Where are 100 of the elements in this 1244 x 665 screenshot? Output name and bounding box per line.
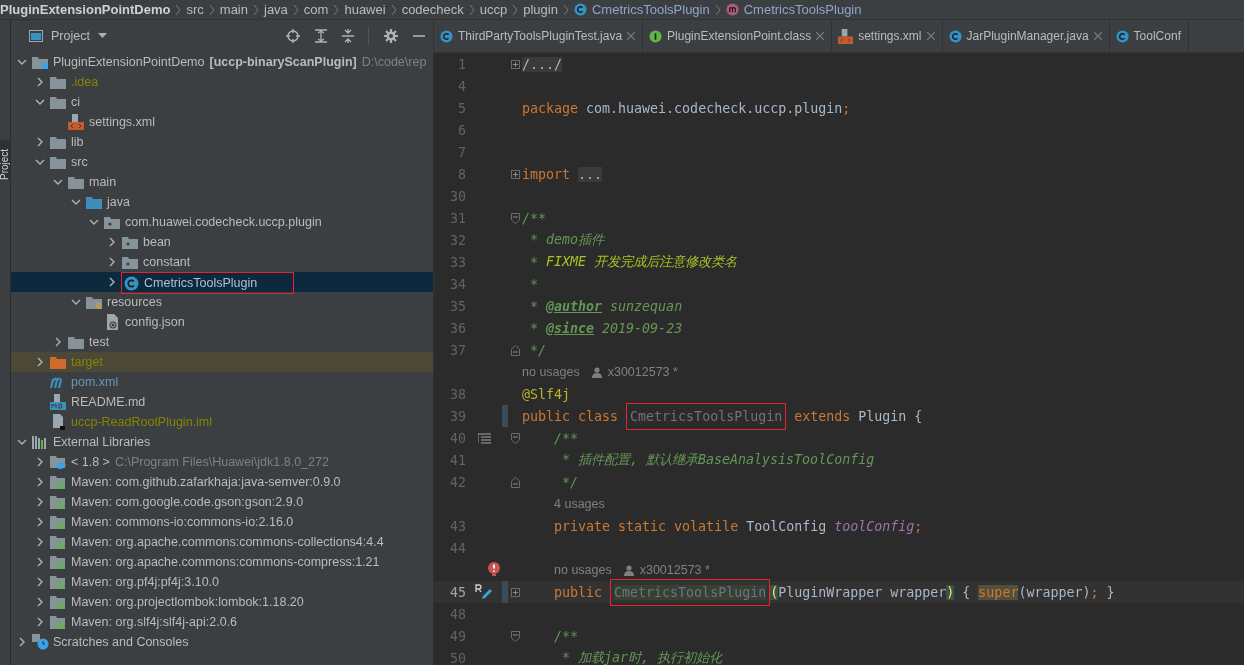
chevron-down-icon[interactable] xyxy=(71,197,81,207)
tree-item[interactable]: com.huawei.codecheck.uccp.plugin xyxy=(11,212,433,232)
author-hint[interactable]: x30012573 * xyxy=(607,365,678,379)
tree-item[interactable]: External Libraries xyxy=(11,432,433,452)
chevron-right-icon[interactable] xyxy=(107,237,117,247)
tree-item[interactable]: Maven: org.projectlombok:lombok:1.18.20 xyxy=(11,592,433,612)
chevron-right-icon[interactable] xyxy=(35,517,45,527)
chevron-right-icon[interactable] xyxy=(35,537,45,547)
chevron-down-icon[interactable] xyxy=(17,57,27,67)
list-icon[interactable] xyxy=(477,432,491,444)
tree-item[interactable]: java xyxy=(11,192,433,212)
chevron-down-icon[interactable] xyxy=(53,177,63,187)
breadcrumb[interactable]: uccp xyxy=(479,2,508,17)
chevron-right-icon[interactable] xyxy=(35,77,45,87)
tree-item[interactable]: Maven: org.apache.commons:commons-collections4:4.4 xyxy=(11,532,433,552)
tree-item[interactable]: Maven: org.pf4j:pf4j:3.10.0 xyxy=(11,572,433,592)
settings-icon[interactable] xyxy=(384,29,398,43)
chevron-down-icon[interactable] xyxy=(89,217,99,227)
tree-item[interactable]: Maven: org.slf4j:slf4j-api:2.0.6 xyxy=(11,612,433,632)
breadcrumb[interactable]: plugin xyxy=(523,2,558,17)
breadcrumb[interactable]: com xyxy=(303,2,329,17)
chevron-right-icon[interactable] xyxy=(35,557,45,567)
fold-minus-icon[interactable] xyxy=(510,212,520,224)
tree-item[interactable]: lib xyxy=(11,132,433,152)
editor-tab[interactable]: PluginExtensionPoint.class xyxy=(643,20,833,52)
tree-item[interactable]: README.md xyxy=(11,392,433,412)
tree-item[interactable]: ci xyxy=(11,92,433,112)
chevron-right-icon[interactable] xyxy=(35,357,45,367)
chevron-right-icon[interactable] xyxy=(35,577,45,587)
editor-tab[interactable]: JarPluginManager.java xyxy=(942,20,1110,52)
usages-hint[interactable]: no usages xyxy=(554,563,612,577)
breadcrumb[interactable]: main xyxy=(219,2,248,17)
tree-item[interactable]: src xyxy=(11,152,433,172)
close-icon[interactable] xyxy=(926,32,935,40)
fold-minus-icon[interactable] xyxy=(510,432,520,444)
tree-item[interactable]: test xyxy=(11,332,433,352)
tree-item[interactable]: settings.xml xyxy=(11,112,433,132)
chevron-right-icon[interactable] xyxy=(35,477,45,487)
fold-plus-icon[interactable] xyxy=(510,587,520,597)
change-marker[interactable] xyxy=(502,405,508,427)
tree-item[interactable]: constant xyxy=(11,252,433,272)
change-marker[interactable] xyxy=(502,581,508,603)
chevron-right-icon[interactable] xyxy=(107,257,117,267)
expand-all-icon[interactable] xyxy=(315,29,327,43)
usages-hint[interactable]: 4 usages xyxy=(554,497,605,511)
tree-item[interactable]: Maven: com.github.zafarkhaja:java-semver:0.9.0 xyxy=(11,472,433,492)
tree-item-label: com.huawei.codecheck.uccp.plugin xyxy=(125,215,322,229)
breadcrumb[interactable]: huawei xyxy=(344,2,386,17)
breadcrumb[interactable]: PluginExtensionPointDemo xyxy=(0,2,171,17)
tree-item[interactable]: pom.xml xyxy=(11,372,433,392)
chevron-down-icon[interactable] xyxy=(35,157,45,167)
chevron-right-icon[interactable] xyxy=(35,597,45,607)
fold-minus-icon[interactable] xyxy=(510,630,520,642)
tree-item[interactable]: Maven: com.google.code.gson:gson:2.9.0 xyxy=(11,492,433,512)
collapse-all-icon[interactable] xyxy=(342,29,354,43)
chevron-down-icon[interactable] xyxy=(35,97,45,107)
panel-title[interactable]: Project xyxy=(51,29,90,43)
tree-item[interactable]: bean xyxy=(11,232,433,252)
chevron-right-icon[interactable] xyxy=(17,637,27,647)
fold-plus-icon[interactable] xyxy=(510,169,520,179)
tree-item[interactable]: resources xyxy=(11,292,433,312)
fold-end-icon[interactable] xyxy=(510,344,520,356)
pencil-icon[interactable] xyxy=(475,584,493,600)
editor-tab[interactable]: ToolConf xyxy=(1109,20,1189,52)
chevron-right-icon[interactable] xyxy=(35,497,45,507)
method-icon xyxy=(725,3,739,16)
tree-item[interactable]: Maven: commons-io:commons-io:2.16.0 xyxy=(11,512,433,532)
breadcrumb[interactable]: CmetricsToolsPlugin xyxy=(743,2,862,17)
chevron-right-icon[interactable] xyxy=(35,137,45,147)
chevron-right-icon[interactable] xyxy=(107,277,117,287)
chevron-right-icon[interactable] xyxy=(35,617,45,627)
breadcrumb[interactable]: codecheck xyxy=(401,2,464,17)
tree-item[interactable]: PluginExtensionPointDemo [uccp-binaryScanPlugin] D:\code\rep xyxy=(11,52,433,72)
line-number: 50 xyxy=(450,650,466,665)
breadcrumb[interactable]: src xyxy=(186,2,204,17)
locate-icon[interactable] xyxy=(286,29,300,43)
breadcrumb[interactable]: CmetricsToolsPlugin xyxy=(591,2,710,17)
line-number: 6 xyxy=(458,122,466,138)
chevron-down-icon[interactable] xyxy=(17,437,27,447)
tree-item[interactable]: < 1.8 > C:\Program Files\Huawei\jdk1.8.0_272 xyxy=(11,452,433,472)
tree-item[interactable]: Scratches and Consoles xyxy=(11,632,433,652)
usages-hint[interactable]: no usages xyxy=(522,365,580,379)
editor-tab[interactable]: ThirdPartyToolsPluginTest.java xyxy=(434,20,644,52)
dropdown-icon[interactable] xyxy=(97,33,107,39)
close-icon[interactable] xyxy=(1093,32,1102,40)
close-icon[interactable] xyxy=(627,32,636,40)
editor-tab[interactable]: settings.xml xyxy=(832,20,943,52)
fold-end-icon[interactable] xyxy=(510,476,520,488)
tree-item[interactable]: Maven: org.apache.commons:commons-compress:1.21 xyxy=(11,552,433,572)
chevron-down-icon[interactable] xyxy=(71,297,81,307)
author-hint[interactable]: x30012573 * xyxy=(639,563,710,577)
chevron-right-icon[interactable] xyxy=(53,337,63,347)
error-icon[interactable] xyxy=(487,562,501,578)
tree-item[interactable]: config.json xyxy=(11,312,433,332)
breadcrumb[interactable]: java xyxy=(264,2,288,17)
chevron-right-icon[interactable] xyxy=(35,457,45,467)
tree-item[interactable]: CmetricsToolsPlugin xyxy=(11,272,433,292)
tree-item[interactable]: main xyxy=(11,172,433,192)
close-icon[interactable] xyxy=(816,32,825,40)
fold-plus-icon[interactable] xyxy=(510,59,520,69)
